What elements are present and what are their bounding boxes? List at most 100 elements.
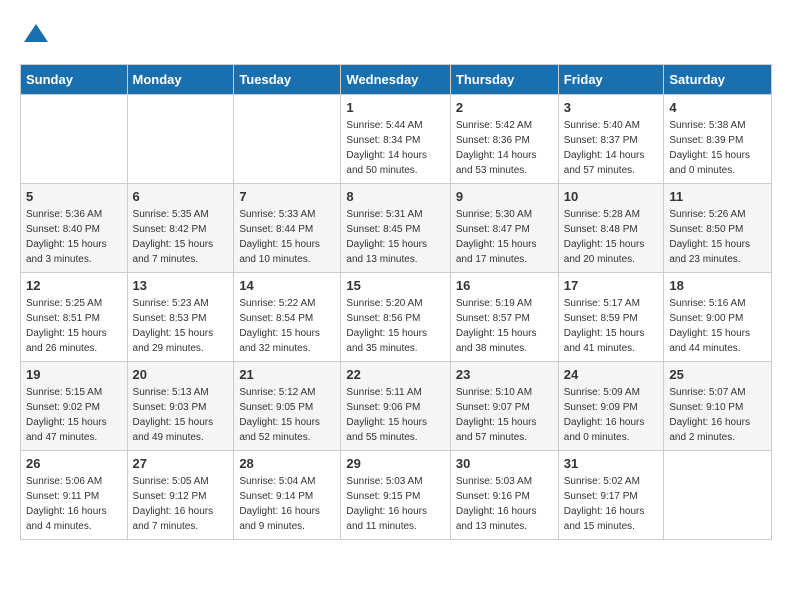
day-info: Sunrise: 5:33 AMSunset: 8:44 PMDaylight:… — [239, 207, 335, 267]
day-info: Sunrise: 5:31 AMSunset: 8:45 PMDaylight:… — [346, 207, 444, 267]
day-info: Sunrise: 5:02 AMSunset: 9:17 PMDaylight:… — [564, 474, 659, 534]
day-number: 25 — [669, 367, 766, 382]
week-row-5: 26 Sunrise: 5:06 AMSunset: 9:11 PMDayligh… — [21, 451, 772, 540]
day-info: Sunrise: 5:07 AMSunset: 9:10 PMDaylight:… — [669, 385, 766, 445]
day-info: Sunrise: 5:17 AMSunset: 8:59 PMDaylight:… — [564, 296, 659, 356]
day-number: 14 — [239, 278, 335, 293]
day-info: Sunrise: 5:22 AMSunset: 8:54 PMDaylight:… — [239, 296, 335, 356]
day-info: Sunrise: 5:09 AMSunset: 9:09 PMDaylight:… — [564, 385, 659, 445]
day-info: Sunrise: 5:36 AMSunset: 8:40 PMDaylight:… — [26, 207, 122, 267]
day-cell: 11 Sunrise: 5:26 AMSunset: 8:50 PMDayligh… — [664, 184, 772, 273]
day-number: 29 — [346, 456, 444, 471]
day-cell: 9 Sunrise: 5:30 AMSunset: 8:47 PMDaylight… — [450, 184, 558, 273]
day-number: 27 — [133, 456, 229, 471]
calendar-header-row: SundayMondayTuesdayWednesdayThursdayFrid… — [21, 65, 772, 95]
day-cell: 23 Sunrise: 5:10 AMSunset: 9:07 PMDayligh… — [450, 362, 558, 451]
day-cell: 27 Sunrise: 5:05 AMSunset: 9:12 PMDayligh… — [127, 451, 234, 540]
day-cell: 30 Sunrise: 5:03 AMSunset: 9:16 PMDayligh… — [450, 451, 558, 540]
day-cell: 25 Sunrise: 5:07 AMSunset: 9:10 PMDayligh… — [664, 362, 772, 451]
day-number: 21 — [239, 367, 335, 382]
logo — [20, 20, 50, 48]
day-cell: 14 Sunrise: 5:22 AMSunset: 8:54 PMDayligh… — [234, 273, 341, 362]
day-cell: 3 Sunrise: 5:40 AMSunset: 8:37 PMDaylight… — [558, 95, 664, 184]
day-number: 22 — [346, 367, 444, 382]
day-cell: 8Sunrise: 5:31 AMSunset: 8:45 PMDaylight… — [341, 184, 450, 273]
day-cell: 5Sunrise: 5:36 AMSunset: 8:40 PMDaylight… — [21, 184, 128, 273]
day-cell: 20 Sunrise: 5:13 AMSunset: 9:03 PMDayligh… — [127, 362, 234, 451]
logo-icon — [22, 20, 50, 48]
day-cell: 26 Sunrise: 5:06 AMSunset: 9:11 PMDayligh… — [21, 451, 128, 540]
week-row-1: 1 Sunrise: 5:44 AMSunset: 8:34 PMDaylight… — [21, 95, 772, 184]
day-cell: 6Sunrise: 5:35 AMSunset: 8:42 PMDaylight… — [127, 184, 234, 273]
header-cell-saturday: Saturday — [664, 65, 772, 95]
day-info: Sunrise: 5:28 AMSunset: 8:48 PMDaylight:… — [564, 207, 659, 267]
day-cell: 7 Sunrise: 5:33 AMSunset: 8:44 PMDaylight… — [234, 184, 341, 273]
day-cell: 24 Sunrise: 5:09 AMSunset: 9:09 PMDayligh… — [558, 362, 664, 451]
day-number: 30 — [456, 456, 553, 471]
day-info: Sunrise: 5:20 AMSunset: 8:56 PMDaylight:… — [346, 296, 444, 356]
day-cell: 1 Sunrise: 5:44 AMSunset: 8:34 PMDaylight… — [341, 95, 450, 184]
day-info: Sunrise: 5:03 AMSunset: 9:16 PMDaylight:… — [456, 474, 553, 534]
day-info: Sunrise: 5:23 AMSunset: 8:53 PMDaylight:… — [133, 296, 229, 356]
header-cell-friday: Friday — [558, 65, 664, 95]
day-number: 1 — [346, 100, 444, 115]
day-info: Sunrise: 5:10 AMSunset: 9:07 PMDaylight:… — [456, 385, 553, 445]
week-row-4: 19 Sunrise: 5:15 AMSunset: 9:02 PMDayligh… — [21, 362, 772, 451]
day-cell — [664, 451, 772, 540]
day-cell: 4Sunrise: 5:38 AMSunset: 8:39 PMDaylight… — [664, 95, 772, 184]
day-cell: 28 Sunrise: 5:04 AMSunset: 9:14 PMDayligh… — [234, 451, 341, 540]
day-number: 7 — [239, 189, 335, 204]
day-cell: 13 Sunrise: 5:23 AMSunset: 8:53 PMDayligh… — [127, 273, 234, 362]
week-row-3: 12 Sunrise: 5:25 AMSunset: 8:51 PMDayligh… — [21, 273, 772, 362]
day-info: Sunrise: 5:42 AMSunset: 8:36 PMDaylight:… — [456, 118, 553, 178]
day-info: Sunrise: 5:04 AMSunset: 9:14 PMDaylight:… — [239, 474, 335, 534]
day-cell: 15 Sunrise: 5:20 AMSunset: 8:56 PMDayligh… — [341, 273, 450, 362]
day-number: 13 — [133, 278, 229, 293]
day-info: Sunrise: 5:19 AMSunset: 8:57 PMDaylight:… — [456, 296, 553, 356]
day-number: 17 — [564, 278, 659, 293]
day-info: Sunrise: 5:15 AMSunset: 9:02 PMDaylight:… — [26, 385, 122, 445]
day-info: Sunrise: 5:06 AMSunset: 9:11 PMDaylight:… — [26, 474, 122, 534]
day-info: Sunrise: 5:26 AMSunset: 8:50 PMDaylight:… — [669, 207, 766, 267]
day-cell: 22Sunrise: 5:11 AMSunset: 9:06 PMDayligh… — [341, 362, 450, 451]
day-info: Sunrise: 5:03 AMSunset: 9:15 PMDaylight:… — [346, 474, 444, 534]
day-number: 10 — [564, 189, 659, 204]
day-number: 24 — [564, 367, 659, 382]
day-info: Sunrise: 5:35 AMSunset: 8:42 PMDaylight:… — [133, 207, 229, 267]
day-number: 16 — [456, 278, 553, 293]
day-number: 9 — [456, 189, 553, 204]
day-cell — [234, 95, 341, 184]
day-info: Sunrise: 5:16 AMSunset: 9:00 PMDaylight:… — [669, 296, 766, 356]
day-info: Sunrise: 5:25 AMSunset: 8:51 PMDaylight:… — [26, 296, 122, 356]
header-cell-sunday: Sunday — [21, 65, 128, 95]
day-info: Sunrise: 5:05 AMSunset: 9:12 PMDaylight:… — [133, 474, 229, 534]
day-number: 2 — [456, 100, 553, 115]
day-info: Sunrise: 5:44 AMSunset: 8:34 PMDaylight:… — [346, 118, 444, 178]
page-header — [20, 20, 772, 48]
day-number: 23 — [456, 367, 553, 382]
day-cell: 10 Sunrise: 5:28 AMSunset: 8:48 PMDayligh… — [558, 184, 664, 273]
day-info: Sunrise: 5:30 AMSunset: 8:47 PMDaylight:… — [456, 207, 553, 267]
day-cell: 18 Sunrise: 5:16 AMSunset: 9:00 PMDayligh… — [664, 273, 772, 362]
day-number: 15 — [346, 278, 444, 293]
day-cell: 31Sunrise: 5:02 AMSunset: 9:17 PMDayligh… — [558, 451, 664, 540]
day-cell — [21, 95, 128, 184]
day-info: Sunrise: 5:13 AMSunset: 9:03 PMDaylight:… — [133, 385, 229, 445]
day-number: 12 — [26, 278, 122, 293]
day-number: 28 — [239, 456, 335, 471]
calendar-table: SundayMondayTuesdayWednesdayThursdayFrid… — [20, 64, 772, 540]
header-cell-thursday: Thursday — [450, 65, 558, 95]
header-cell-monday: Monday — [127, 65, 234, 95]
day-cell — [127, 95, 234, 184]
day-number: 26 — [26, 456, 122, 471]
day-number: 4 — [669, 100, 766, 115]
day-cell: 21Sunrise: 5:12 AMSunset: 9:05 PMDayligh… — [234, 362, 341, 451]
day-number: 20 — [133, 367, 229, 382]
day-number: 11 — [669, 189, 766, 204]
day-info: Sunrise: 5:40 AMSunset: 8:37 PMDaylight:… — [564, 118, 659, 178]
header-cell-tuesday: Tuesday — [234, 65, 341, 95]
day-number: 3 — [564, 100, 659, 115]
day-number: 19 — [26, 367, 122, 382]
day-number: 18 — [669, 278, 766, 293]
day-cell: 16 Sunrise: 5:19 AMSunset: 8:57 PMDayligh… — [450, 273, 558, 362]
